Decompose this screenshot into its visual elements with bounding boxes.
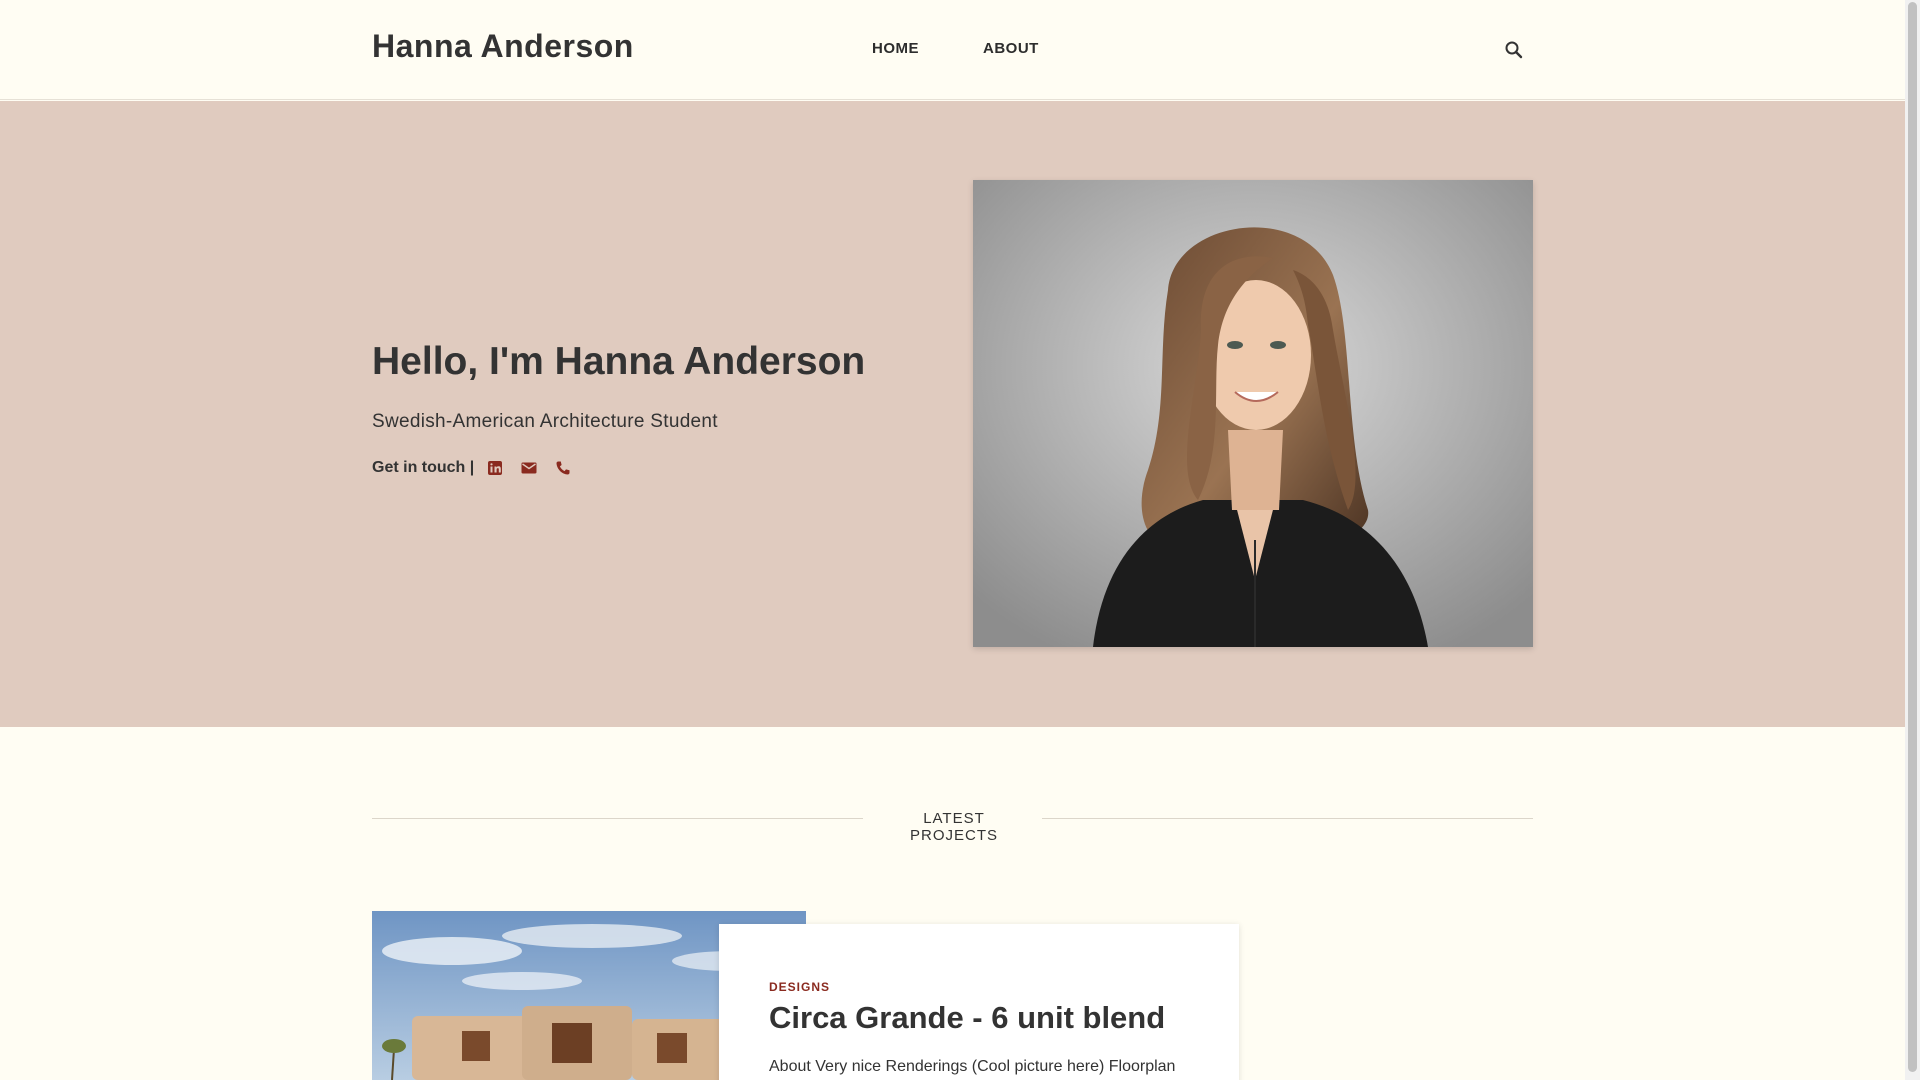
hero-name: Hanna Anderson (554, 340, 866, 383)
divider-line (1042, 818, 1533, 819)
hero-greeting: Hello, I'm (372, 340, 555, 383)
contact-label: Get in touch | (372, 459, 475, 476)
hero-heading: Hello, I'm Hanna Anderson (372, 340, 865, 384)
hero-section: Hello, I'm Hanna Anderson Swedish-Americ… (0, 101, 1905, 727)
phone-icon[interactable] (554, 459, 572, 477)
search-icon[interactable] (1502, 38, 1526, 62)
project-title[interactable]: Circa Grande - 6 unit blend (769, 1000, 1165, 1036)
project-card[interactable]: DESIGNS Circa Grande - 6 unit blend Abou… (719, 924, 1239, 1080)
hero-subtitle: Swedish-American Architecture Student (372, 411, 718, 432)
nav-about-link[interactable]: ABOUT (983, 40, 1039, 57)
project-category[interactable]: DESIGNS (769, 980, 830, 994)
latest-projects-title: LATEST PROJECTS (909, 810, 998, 844)
linkedin-icon[interactable] (486, 459, 504, 477)
nav-home-link[interactable]: HOME (872, 40, 919, 57)
page: Hanna Anderson HOME ABOUT Hello, I'm Han… (0, 0, 1905, 1080)
profile-photo (973, 180, 1533, 647)
site-header: Hanna Anderson HOME ABOUT (0, 0, 1905, 100)
divider-line (372, 818, 863, 819)
main-nav: HOME ABOUT (872, 40, 1039, 57)
latest-projects-header: LATEST PROJECTS (372, 808, 1533, 844)
site-title[interactable]: Hanna Anderson (372, 28, 634, 65)
contact-row: Get in touch | (372, 459, 588, 477)
project-excerpt: About Very nice Renderings (Cool picture… (769, 1058, 1176, 1075)
scrollbar-thumb[interactable] (1908, 2, 1917, 1072)
email-icon[interactable] (520, 459, 538, 477)
page-scrollbar[interactable] (1905, 0, 1920, 1080)
